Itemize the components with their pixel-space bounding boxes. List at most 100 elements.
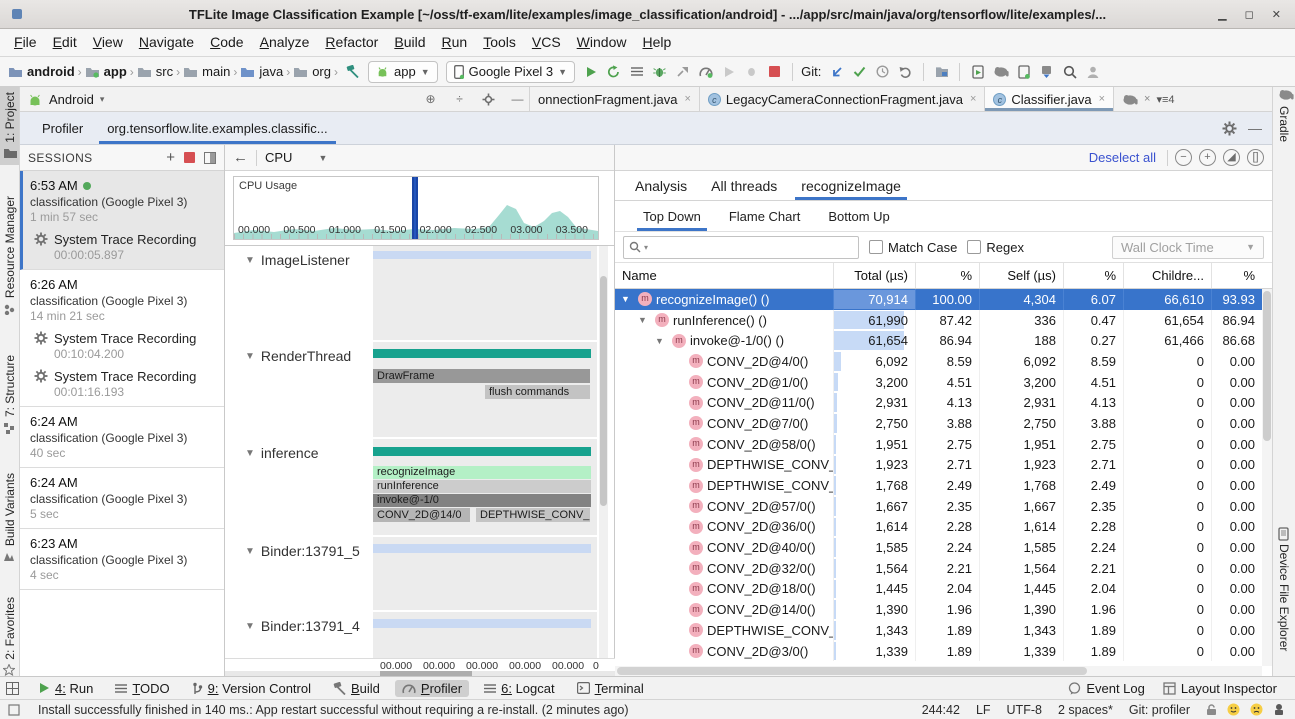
breadcrumb-org[interactable]: org: [293, 64, 331, 79]
toolwindow-button-4-run[interactable]: 4: Run: [31, 680, 100, 697]
toolwindow-button-build[interactable]: Build: [326, 680, 387, 697]
view-tab-bottom-up[interactable]: Bottom Up: [814, 201, 903, 231]
session-item[interactable]: 6:24 AMclassification (Google Pixel 3)40…: [20, 407, 224, 468]
thread-name-imagelistener[interactable]: ▼ImageListener: [245, 252, 350, 268]
editor-tab-onnectionfragment-java[interactable]: onnectionFragment.java×: [530, 87, 700, 111]
attach-debugger-icon[interactable]: [674, 63, 691, 80]
build-hammer-icon[interactable]: [344, 63, 361, 80]
toolwindow-button-6-logcat[interactable]: 6: Logcat: [477, 680, 562, 697]
menu-view[interactable]: View: [85, 29, 131, 56]
menu-vcs[interactable]: VCS: [524, 29, 569, 56]
menu-code[interactable]: Code: [202, 29, 251, 56]
trace-recording-item[interactable]: System Trace Recording00:10:04.200: [30, 331, 216, 361]
apply-changes-restart-icon[interactable]: [605, 63, 622, 80]
lock-icon[interactable]: [1206, 704, 1217, 716]
chevron-down-icon[interactable]: ▾: [100, 94, 105, 105]
menu-edit[interactable]: Edit: [45, 29, 85, 56]
trace-event-invoke-1-0[interactable]: invoke@-1/0: [373, 494, 591, 507]
search-input[interactable]: ▾: [623, 236, 859, 259]
menu-build[interactable]: Build: [386, 29, 433, 56]
profile-avatar-icon[interactable]: [1084, 63, 1101, 80]
git-update-icon[interactable]: [828, 63, 845, 80]
breadcrumb-android[interactable]: android: [8, 64, 75, 79]
analysis-tab-recognizeimage[interactable]: recognizeImage: [789, 171, 913, 200]
trace-recording-item[interactable]: System Trace Recording00:01:16.193: [30, 369, 216, 399]
table-vertical-scrollbar[interactable]: [1262, 289, 1272, 666]
statusbar-button-layout-inspector[interactable]: Layout Inspector: [1163, 681, 1277, 696]
statusbar-button-event-log[interactable]: Event Log: [1068, 681, 1145, 696]
expand-arrow-icon[interactable]: ▼: [655, 336, 668, 346]
indent-setting[interactable]: 2 spaces*: [1058, 703, 1113, 717]
reset-zoom-icon[interactable]: ◢: [1223, 149, 1240, 166]
column-header-2[interactable]: %: [915, 263, 979, 288]
stripe-gradle[interactable]: Gradle: [1273, 89, 1295, 169]
close-tab-icon[interactable]: ×: [1144, 93, 1150, 105]
stop-button[interactable]: [766, 63, 783, 80]
trace-event-drawframe[interactable]: DrawFrame: [373, 369, 590, 383]
thread-name-binder-13791-4[interactable]: ▼Binder:13791_4: [245, 618, 360, 634]
breadcrumb-main[interactable]: main: [183, 64, 230, 79]
avd-manager-icon[interactable]: [1015, 63, 1032, 80]
stripe-resource-manager[interactable]: Resource Manager: [0, 182, 19, 330]
add-session-icon[interactable]: +: [166, 149, 175, 166]
thread-state-bar[interactable]: [373, 349, 591, 358]
session-item[interactable]: 6:53 AMclassification (Google Pixel 3)1 …: [20, 171, 224, 270]
minimize-icon[interactable]: ▁: [1218, 8, 1226, 21]
thread-state-bar[interactable]: [373, 544, 591, 553]
timeline-selection-marker[interactable]: [412, 176, 418, 240]
gear-icon[interactable]: [1220, 112, 1238, 144]
file-encoding[interactable]: UTF-8: [1007, 703, 1042, 717]
column-header-4[interactable]: %: [1063, 263, 1123, 288]
thread-state-bar[interactable]: [373, 447, 591, 456]
expand-arrow-icon[interactable]: ▼: [245, 546, 255, 557]
table-horizontal-scrollbar[interactable]: [615, 666, 1262, 676]
expand-arrow-icon[interactable]: ▼: [245, 621, 255, 632]
menu-help[interactable]: Help: [634, 29, 679, 56]
menu-analyze[interactable]: Analyze: [252, 29, 318, 56]
status-message[interactable]: Install successfully finished in 140 ms.…: [38, 703, 629, 717]
project-view-selector[interactable]: Android: [49, 92, 94, 107]
trace-event-flush-commands[interactable]: flush commands: [485, 385, 590, 399]
editor-tabs-overflow[interactable]: × ▾≡4: [1114, 87, 1183, 111]
thread-state-bar[interactable]: [373, 251, 591, 259]
table-row[interactable]: ▼mrunInference() ()61,99087.423360.4761,…: [615, 310, 1272, 331]
stripe-build-variants[interactable]: Build Variants: [0, 462, 19, 574]
apply-code-changes-icon[interactable]: [628, 63, 645, 80]
column-header-5[interactable]: Childre...: [1123, 263, 1211, 288]
menu-run[interactable]: Run: [433, 29, 475, 56]
device-dropdown[interactable]: Google Pixel 3▼: [446, 61, 575, 83]
maximize-icon[interactable]: ◻: [1245, 8, 1254, 21]
table-row[interactable]: mCONV_2D@36/0()1,6142.281,6142.2800.00: [615, 517, 1272, 538]
table-row[interactable]: mCONV_2D@14/0()1,3901.961,3901.9600.00: [615, 599, 1272, 620]
table-row[interactable]: ▼mrecognizeImage() ()70,914100.004,3046.…: [615, 289, 1272, 310]
run-button[interactable]: [582, 63, 599, 80]
trace-event-conv-2d-14-0[interactable]: CONV_2D@14/0: [373, 508, 470, 522]
table-row[interactable]: ▼minvoke@-1/0() ()61,65486.941880.2761,4…: [615, 330, 1272, 351]
zoom-to-selection-icon[interactable]: []: [1247, 149, 1264, 166]
back-arrow-icon[interactable]: ←: [233, 149, 248, 166]
search-everywhere-icon[interactable]: [1061, 63, 1078, 80]
deselect-all-link[interactable]: Deselect all: [1089, 150, 1156, 165]
hide-tool-window-icon[interactable]: —: [1246, 112, 1264, 144]
table-row[interactable]: mDEPTHWISE_CONV_2D1,7682.491,7682.4900.0…: [615, 475, 1272, 496]
session-item[interactable]: 6:26 AMclassification (Google Pixel 3)14…: [20, 270, 224, 407]
rollback-icon[interactable]: [897, 63, 914, 80]
clock-type-dropdown[interactable]: Wall Clock Time▼: [1112, 236, 1264, 259]
menu-window[interactable]: Window: [569, 29, 635, 56]
column-header-1[interactable]: Total (µs): [833, 263, 915, 288]
gear-icon[interactable]: [481, 92, 496, 107]
stripe-7-structure[interactable]: 7: Structure: [0, 345, 19, 445]
locate-icon[interactable]: ⊕: [423, 92, 438, 107]
expand-arrow-icon[interactable]: ▼: [245, 448, 255, 459]
session-item[interactable]: 6:24 AMclassification (Google Pixel 3)5 …: [20, 468, 224, 529]
profile-button[interactable]: [697, 63, 714, 80]
menu-refactor[interactable]: Refactor: [317, 29, 386, 56]
git-commit-icon[interactable]: [851, 63, 868, 80]
tab-list-dropdown[interactable]: ▾≡4: [1156, 93, 1174, 106]
tool-windows-icon[interactable]: [6, 682, 19, 695]
sdk-manager-icon[interactable]: [1038, 63, 1055, 80]
breadcrumb-src[interactable]: src: [137, 64, 173, 79]
editor-tab-legacycameraconnectionfragment-java[interactable]: cLegacyCameraConnectionFragment.java×: [700, 87, 985, 111]
expand-arrow-icon[interactable]: ▼: [245, 351, 255, 362]
editor-tab-classifier-java[interactable]: cClassifier.java×: [985, 87, 1114, 111]
